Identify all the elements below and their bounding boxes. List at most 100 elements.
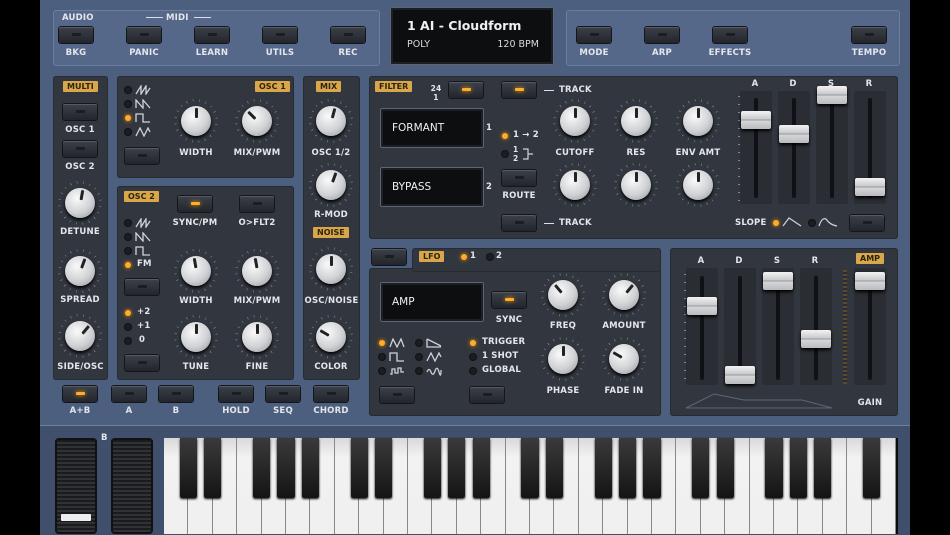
fenv-decay-fader[interactable] xyxy=(779,125,809,143)
octave-plus2-led[interactable] xyxy=(125,310,131,316)
black-key[interactable] xyxy=(179,438,197,498)
mode-button[interactable] xyxy=(577,27,611,43)
osc1-width-knob[interactable] xyxy=(174,99,218,143)
black-key[interactable] xyxy=(716,438,734,498)
black-key[interactable] xyxy=(375,438,393,498)
detune-knob[interactable] xyxy=(58,181,102,225)
black-key[interactable] xyxy=(350,438,368,498)
utils-button[interactable] xyxy=(263,27,297,43)
black-key[interactable] xyxy=(643,438,661,498)
ring-mod-knob[interactable] xyxy=(309,163,353,207)
osc1-mixpwm-knob[interactable] xyxy=(235,99,279,143)
slope-linear-led[interactable] xyxy=(773,220,779,226)
sync-pm-button[interactable] xyxy=(178,196,212,212)
octave-zero-led[interactable] xyxy=(125,338,131,344)
lfo2-led[interactable] xyxy=(487,254,493,260)
mod-wheel[interactable] xyxy=(111,438,153,534)
lfo1-led[interactable] xyxy=(461,254,467,260)
osc1-select-button[interactable] xyxy=(63,104,97,120)
osc-mix-knob[interactable] xyxy=(309,99,353,143)
amp-sustain-fader[interactable] xyxy=(763,272,793,290)
filter-slope-button[interactable] xyxy=(449,82,483,98)
noise-color-knob[interactable] xyxy=(309,315,353,359)
osc-to-filter2-button[interactable] xyxy=(240,196,274,212)
amp-release-fader[interactable] xyxy=(801,330,831,348)
black-key[interactable] xyxy=(594,438,612,498)
lfo-wave-square-led[interactable] xyxy=(379,354,385,360)
lfo-global-led[interactable] xyxy=(470,368,476,374)
fenv-release-fader[interactable] xyxy=(855,178,885,196)
rec-button[interactable] xyxy=(331,27,365,43)
osc2-mixpwm-knob[interactable] xyxy=(235,249,279,293)
fenv-sustain-fader[interactable] xyxy=(817,86,847,104)
side-osc-knob[interactable] xyxy=(58,314,102,358)
filter2-track-button[interactable] xyxy=(502,215,536,231)
osc2-wave-button[interactable] xyxy=(125,279,159,295)
octave-plus1-led[interactable] xyxy=(125,324,131,330)
black-key[interactable] xyxy=(448,438,466,498)
hold-button[interactable] xyxy=(219,386,253,402)
amp-decay-fader[interactable] xyxy=(725,366,755,384)
arp-button[interactable] xyxy=(645,27,679,43)
spread-knob[interactable] xyxy=(58,249,102,293)
black-key[interactable] xyxy=(814,438,832,498)
lfo-sync-button[interactable] xyxy=(492,292,526,308)
osc2-wave-square-led[interactable] xyxy=(125,248,131,254)
pitch-wheel[interactable] xyxy=(55,438,97,534)
seq-button[interactable] xyxy=(266,386,300,402)
osc1-wave-supersaw-led[interactable] xyxy=(125,101,131,107)
lfo-wave-sine-led[interactable] xyxy=(379,340,385,346)
black-key[interactable] xyxy=(423,438,441,498)
chord-button[interactable] xyxy=(314,386,348,402)
lfo-mode-button[interactable] xyxy=(470,387,504,403)
filter1-track-button[interactable] xyxy=(502,82,536,98)
resonance-knob[interactable] xyxy=(614,99,658,143)
lfo-wave-noise-led[interactable] xyxy=(416,368,422,374)
env-amount-knob[interactable] xyxy=(676,99,720,143)
lfo-freq-knob[interactable] xyxy=(541,273,585,317)
cutoff-knob[interactable] xyxy=(553,99,597,143)
black-key[interactable] xyxy=(765,438,783,498)
amp-attack-fader[interactable] xyxy=(687,297,717,315)
osc1-wave-button[interactable] xyxy=(125,148,159,164)
lfo-trigger-led[interactable] xyxy=(470,340,476,346)
octave-button[interactable] xyxy=(125,355,159,371)
lfo-wave-button[interactable] xyxy=(380,387,414,403)
black-key[interactable] xyxy=(204,438,222,498)
slope-exp-led[interactable] xyxy=(809,220,815,226)
lfo-wave-ramp-led[interactable] xyxy=(416,340,422,346)
a-button[interactable] xyxy=(112,386,146,402)
filter1-type-display[interactable]: FORMANT xyxy=(380,108,484,148)
black-key[interactable] xyxy=(472,438,490,498)
preset-display[interactable]: 1 AI - Cloudform POLY 120 BPM xyxy=(390,7,554,65)
black-key[interactable] xyxy=(863,438,881,498)
lfo-wave-random-led[interactable] xyxy=(379,368,385,374)
lfo-phase-knob[interactable] xyxy=(541,337,585,381)
route-button[interactable] xyxy=(502,170,536,186)
osc1-wave-saw-led[interactable] xyxy=(125,87,131,93)
gain-fader[interactable] xyxy=(855,272,885,290)
lfo-destination-display[interactable]: AMP xyxy=(380,282,484,322)
osc2-wave-supersaw-led[interactable] xyxy=(125,234,131,240)
fenv-attack-fader[interactable] xyxy=(741,111,771,129)
fine-knob[interactable] xyxy=(235,315,279,359)
osc1-wave-triangle-led[interactable] xyxy=(125,129,131,135)
osc2-width-knob[interactable] xyxy=(174,249,218,293)
black-key[interactable] xyxy=(521,438,539,498)
black-key[interactable] xyxy=(692,438,710,498)
osc-noise-knob[interactable] xyxy=(309,247,353,291)
black-key[interactable] xyxy=(789,438,807,498)
lfo-button[interactable] xyxy=(372,249,406,265)
b-button[interactable] xyxy=(159,386,193,402)
osc2-wave-saw-led[interactable] xyxy=(125,220,131,226)
ab-button[interactable] xyxy=(63,386,97,402)
filter2-res-knob[interactable] xyxy=(614,163,658,207)
bkg-button[interactable] xyxy=(59,27,93,43)
black-key[interactable] xyxy=(301,438,319,498)
lfo-oneshot-led[interactable] xyxy=(470,354,476,360)
black-key[interactable] xyxy=(253,438,271,498)
slope-button[interactable] xyxy=(850,215,884,231)
panic-button[interactable] xyxy=(127,27,161,43)
osc1-wave-square-led[interactable] xyxy=(125,115,131,121)
filter2-env-knob[interactable] xyxy=(676,163,720,207)
